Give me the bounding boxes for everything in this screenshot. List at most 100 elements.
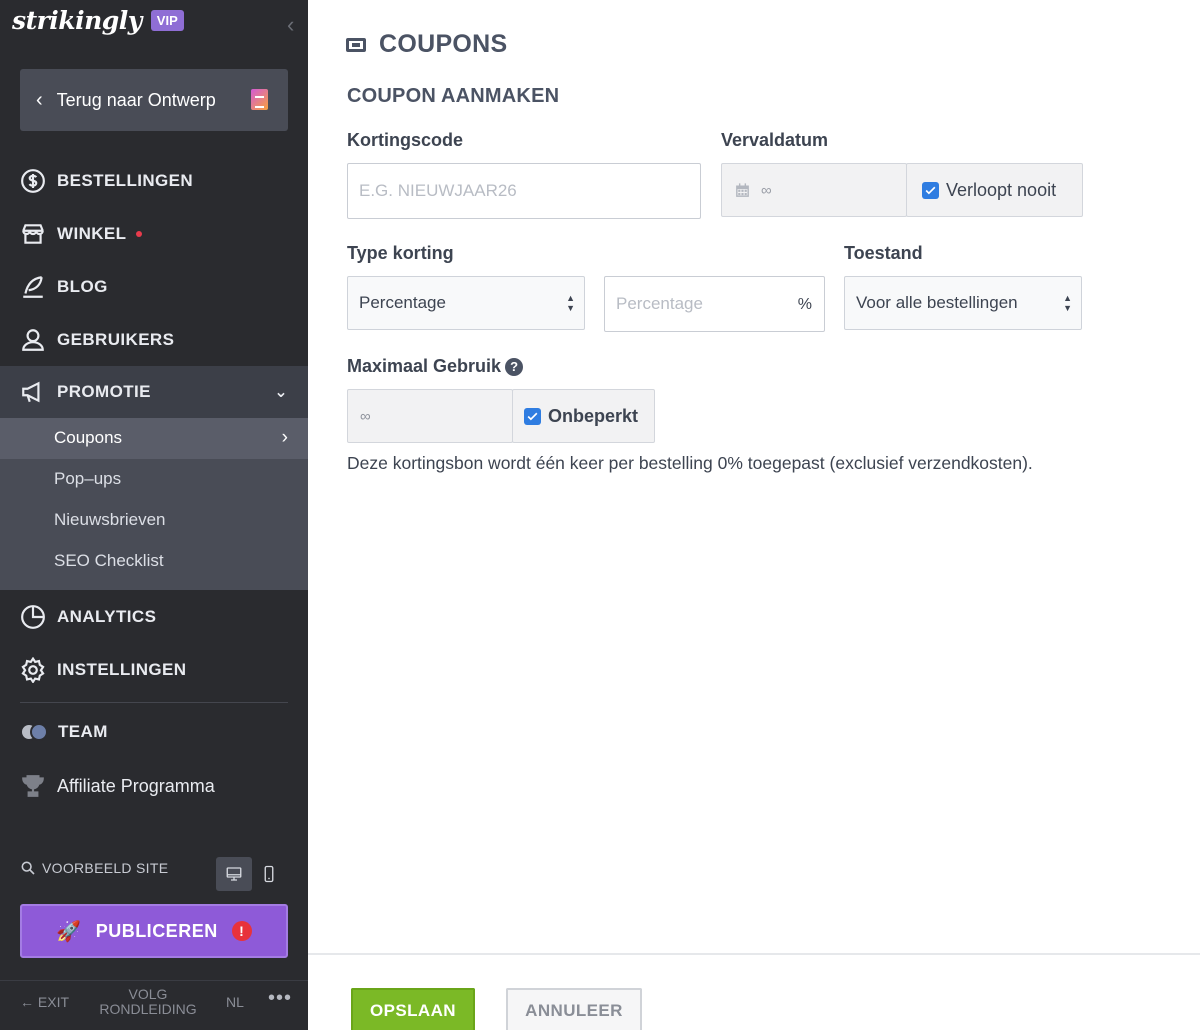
discount-code-input[interactable]: E.G. NIEUWJAAR26 <box>347 163 701 219</box>
nav-item-affiliate-label: Affiliate Programma <box>57 775 215 796</box>
back-to-design-label: Terug naar Ontwerp <box>56 89 216 110</box>
section-title: COUPON AANMAKEN <box>347 85 560 107</box>
rocket-icon: 🚀 <box>56 920 82 943</box>
discount-type-select[interactable]: Percentage ▲ ▼ <box>347 276 585 330</box>
expiry-date-input[interactable]: ∞ <box>721 163 907 217</box>
publish-button[interactable]: 🚀 PUBLICEREN ! <box>20 904 288 958</box>
subnav-item-coupons-label: Coupons <box>54 428 123 447</box>
discount-code-placeholder: E.G. NIEUWJAAR26 <box>359 181 517 200</box>
calendar-icon <box>736 182 749 197</box>
discount-amount-placeholder: Percentage <box>616 294 703 313</box>
mobile-icon <box>264 865 274 883</box>
coupon-ticket-icon <box>346 37 366 52</box>
condition-selected: Voor alle bestellingen <box>856 293 1018 312</box>
max-usage-input[interactable]: ∞ <box>347 389 513 443</box>
vip-badge: VIP <box>150 10 184 31</box>
nav-item-settings[interactable]: INSTELLINGEN <box>0 644 308 696</box>
max-usage-label-text: Maximaal Gebruik <box>347 356 502 376</box>
nav-item-orders[interactable]: BESTELLINGEN <box>0 155 308 207</box>
nav-item-team-label: TEAM <box>58 722 108 741</box>
dollar-icon <box>20 168 46 194</box>
condition-select[interactable]: Voor alle bestellingen ▲ ▼ <box>844 276 1082 330</box>
nav-item-store[interactable]: WINKEL <box>0 208 308 260</box>
alert-icon: ! <box>231 921 252 941</box>
chevron-right-icon: › <box>281 427 288 448</box>
help-icon[interactable]: ? <box>505 357 524 376</box>
nav-item-blog[interactable]: BLOG <box>0 261 308 313</box>
users-icon <box>20 327 46 353</box>
nav-item-orders-label: BESTELLINGEN <box>57 171 194 190</box>
never-expires-checkbox[interactable]: Verloopt nooit <box>906 163 1083 217</box>
nav-item-analytics-label: ANALYTICS <box>57 607 157 626</box>
expiry-date-value: ∞ <box>761 181 772 199</box>
expiry-date-label: Vervaldatum <box>721 130 829 150</box>
promotion-subnav: Coupons › Pop–ups Nieuwsbrieven SEO Chec… <box>0 418 308 590</box>
notification-dot <box>136 231 143 237</box>
discount-type-selected: Percentage <box>359 293 446 312</box>
nav-item-store-label: WINKEL <box>57 224 127 243</box>
tour-label-line2: RONDLEIDING <box>99 1001 197 1017</box>
form-footer: OPSLAAN ANNULEER <box>308 953 1200 1030</box>
max-usage-label: Maximaal Gebruik? <box>347 356 524 377</box>
trophy-icon <box>20 773 46 799</box>
nav-item-promotion-label: PROMOTIE <box>57 382 151 401</box>
condition-label: Toestand <box>844 243 923 263</box>
mobile-preview-button[interactable] <box>254 857 284 891</box>
more-options-icon[interactable]: ••• <box>268 987 292 1010</box>
discount-amount-input[interactable]: Percentage % <box>604 276 825 332</box>
desktop-icon <box>226 867 242 881</box>
checkbox-checked-icon <box>524 407 541 425</box>
nav-item-users-label: GEBRUIKERS <box>57 330 175 349</box>
cancel-button[interactable]: ANNULEER <box>506 988 642 1030</box>
checkbox-checked-icon <box>922 181 939 199</box>
megaphone-icon <box>20 379 46 405</box>
main-content: COUPONS COUPON AANMAKEN Kortingscode E.G… <box>308 0 1200 1030</box>
select-arrows-icon: ▲ ▼ <box>1063 293 1072 313</box>
publish-label: PUBLICEREN <box>95 920 218 941</box>
back-to-design-button[interactable]: ‹ Terug naar Ontwerp <box>20 69 288 131</box>
discount-code-label: Kortingscode <box>347 130 464 150</box>
exit-label: EXIT <box>37 994 70 1010</box>
guided-tour-button[interactable]: VOLG RONDLEIDING <box>94 987 202 1017</box>
language-selector[interactable]: NL <box>226 994 244 1010</box>
avatar <box>30 723 48 741</box>
never-expires-label: Verloopt nooit <box>946 179 1057 200</box>
page-title: COUPONS <box>346 30 508 59</box>
nav-item-analytics[interactable]: ANALYTICS <box>0 591 308 643</box>
page-title-text: COUPONS <box>379 30 508 58</box>
brand[interactable]: strikingly VIP <box>12 6 184 35</box>
subnav-item-popups[interactable]: Pop–ups <box>54 469 121 489</box>
tour-label-line1: VOLG <box>128 986 168 1002</box>
strikingly-logo: strikingly <box>12 6 142 35</box>
nav-item-affiliate[interactable]: Affiliate Programma <box>0 760 308 812</box>
chevron-down-icon: ⌄ <box>274 384 288 401</box>
subnav-item-newsletters[interactable]: Nieuwsbrieven <box>54 510 166 530</box>
discount-type-label: Type korting <box>347 243 454 263</box>
preview-site-link[interactable]: VOORBEELD SITE <box>20 860 168 876</box>
select-arrows-icon: ▲ ▼ <box>566 293 575 313</box>
subnav-item-seo-checklist[interactable]: SEO Checklist <box>54 551 164 571</box>
nav-item-promotion[interactable]: PROMOTIE ⌄ <box>0 366 308 418</box>
nav-item-team[interactable]: TEAM <box>0 706 308 758</box>
unlimited-checkbox[interactable]: Onbeperkt <box>512 389 655 443</box>
document-icon <box>251 89 268 110</box>
exit-button[interactable]: ← EXIT <box>20 994 69 1010</box>
store-icon <box>20 221 46 247</box>
preview-site-label: VOORBEELD SITE <box>42 860 169 876</box>
chevron-left-icon: ‹ <box>36 88 43 111</box>
subnav-item-coupons[interactable]: Coupons › <box>0 418 308 459</box>
collapse-sidebar-icon[interactable]: ‹ <box>287 12 294 38</box>
nav-item-users[interactable]: GEBRUIKERS <box>0 314 308 366</box>
search-icon <box>21 861 35 875</box>
gear-icon <box>20 657 46 683</box>
sidebar-divider <box>20 702 288 703</box>
team-avatars <box>20 721 50 743</box>
pie-chart-icon <box>20 604 46 630</box>
unlimited-label: Onbeperkt <box>548 405 639 426</box>
save-button[interactable]: OPSLAAN <box>351 988 475 1030</box>
sidebar: strikingly VIP ‹ ‹ Terug naar Ontwerp BE… <box>0 0 308 1030</box>
desktop-preview-button[interactable] <box>216 857 252 891</box>
max-usage-value: ∞ <box>360 407 371 425</box>
sidebar-bottom-bar: ← EXIT VOLG RONDLEIDING NL ••• <box>0 980 308 1030</box>
percent-unit: % <box>797 296 812 313</box>
